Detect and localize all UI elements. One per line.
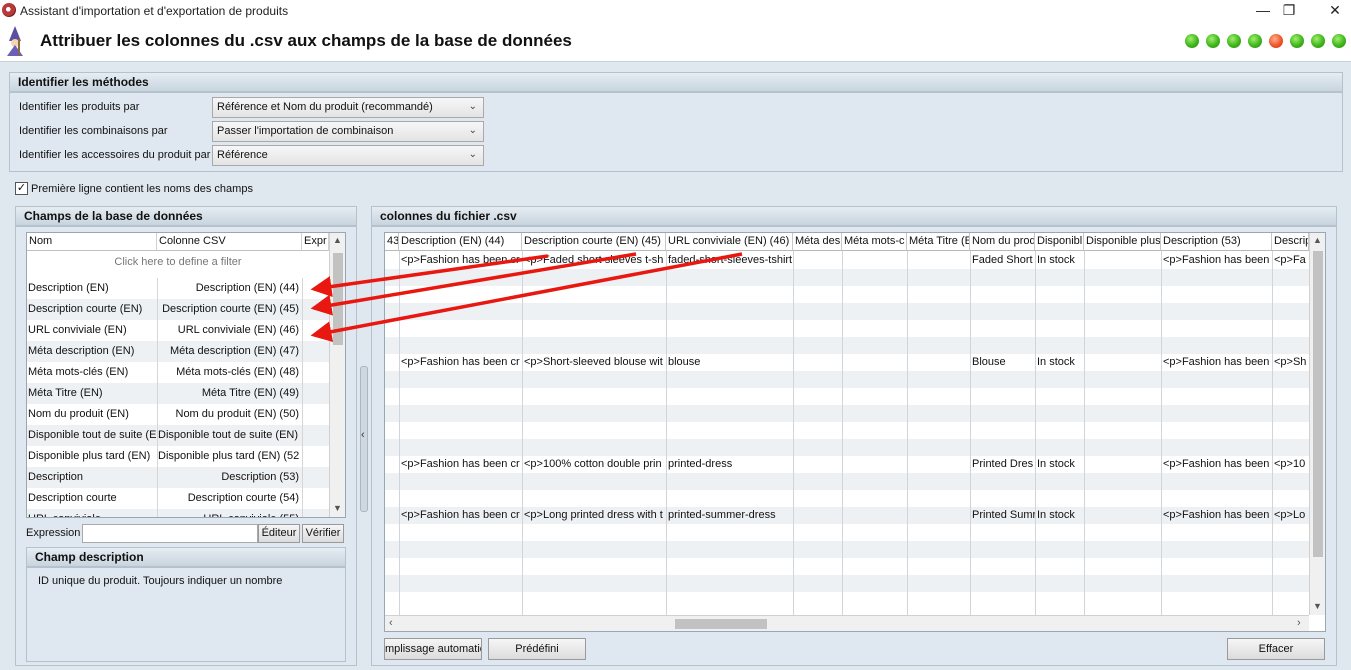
- annotation-arrows: [310, 252, 743, 343]
- mapping-arrow-description: [310, 254, 549, 297]
- mapping-arrow-friendly-url: [310, 252, 743, 343]
